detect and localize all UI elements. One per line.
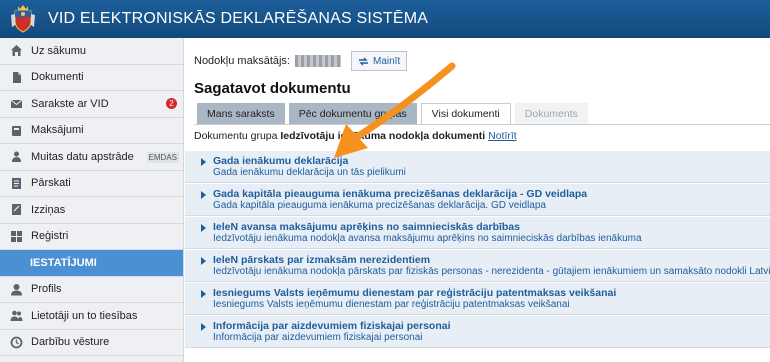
home-icon xyxy=(11,45,22,57)
document-subtitle: Gada kapitāla pieauguma ienākuma precizē… xyxy=(213,200,546,211)
user-icon xyxy=(11,283,22,296)
sidebar-item-label: Lietotāji un to tiesības xyxy=(31,309,138,322)
document-subtitle: Iesniegums Valsts ieņēmumu dienestam par… xyxy=(213,299,570,310)
document-group-filter: Dokumentu grupa Iedzīvotāju ienākuma nod… xyxy=(194,130,517,142)
main-content: Nodokļu maksātājs: Mainīt Sagatavot doku… xyxy=(185,38,770,362)
group-name: Iedzīvotāju ienākuma nodokļa dokumenti xyxy=(280,130,486,142)
expand-triangle-icon xyxy=(201,323,206,331)
sidebar-item-label: Pārskati xyxy=(31,177,71,190)
sidebar-item-label: Reģistri xyxy=(31,230,69,243)
document-row[interactable]: Informācija par aizdevumiem fiziskajai p… xyxy=(185,315,770,348)
tab-bar: Mans saraksts Pēc dokumentu grupas Visi … xyxy=(197,103,592,124)
history-icon xyxy=(10,336,23,349)
clear-filter-link[interactable]: Notīrīt xyxy=(488,130,517,142)
sidebar-item-documents[interactable]: Dokumenti xyxy=(0,65,183,91)
envelope-icon xyxy=(10,99,23,109)
document-subtitle: Iedzīvotāju ienākuma nodokļa pārskats pa… xyxy=(213,266,770,277)
grid-icon xyxy=(11,230,22,242)
taxpayer-label: Nodokļu maksātājs: xyxy=(194,55,290,67)
document-list: Gada ienākumu deklarācija Gada ienākumu … xyxy=(185,150,770,348)
document-subtitle: Informācija par aizdevumiem fiziskajai p… xyxy=(213,332,423,343)
sidebar-item-label: Darbību vēsture xyxy=(31,336,110,349)
sidebar-item-home[interactable]: Uz sākumu xyxy=(0,38,183,65)
group-prefix: Dokumentu grupa xyxy=(194,130,281,142)
sidebar-item-label: Profils xyxy=(31,283,62,296)
tab-all-documents[interactable]: Visi dokumenti xyxy=(420,103,511,124)
document-subtitle: Iedzīvotāju ienākuma nodokļa avansa maks… xyxy=(213,233,642,244)
sidebar-item-label: Izziņas xyxy=(31,203,66,216)
document-title[interactable]: Gada kapitāla pieauguma ienākuma precizē… xyxy=(213,188,770,200)
expand-triangle-icon xyxy=(201,290,206,298)
document-title[interactable]: IeleN avansa maksājumu aprēķins no saimn… xyxy=(213,221,770,233)
money-icon xyxy=(12,125,21,136)
sidebar-item-correspondence[interactable]: Sarakste ar VID 2 xyxy=(0,91,183,118)
document-row[interactable]: Iesniegums Valsts ieņēmumu dienestam par… xyxy=(185,282,770,315)
customs-icon xyxy=(12,151,21,163)
document-title[interactable]: IeleN pārskats par izmaksām nerezidentie… xyxy=(213,254,770,266)
tab-my-list[interactable]: Mans saraksts xyxy=(197,103,285,124)
document-row[interactable]: IeleN avansa maksājumu aprēķins no saimn… xyxy=(185,216,770,249)
sidebar-item-label: Dokumenti xyxy=(31,71,84,84)
sidebar-item-label: IESTATĪJUMI xyxy=(30,256,97,269)
change-taxpayer-button[interactable]: Mainīt xyxy=(351,51,408,71)
app-title: VID ELEKTRONISKĀS DEKLARĒŠANAS SISTĒMA xyxy=(48,10,429,27)
taxpayer-redacted xyxy=(295,55,341,67)
expand-triangle-icon xyxy=(201,158,206,166)
certificate-icon xyxy=(12,204,21,216)
document-title[interactable]: Gada ienākumu deklarācija xyxy=(213,155,770,167)
report-icon xyxy=(12,177,21,189)
sidebar-item-certificates[interactable]: Izziņas xyxy=(0,197,183,224)
sidebar-item-history[interactable]: Darbību vēsture xyxy=(0,330,183,356)
tabs-divider xyxy=(194,124,770,125)
sidebar-item-label: Uz sākumu xyxy=(31,44,87,57)
sidebar: Uz sākumu Dokumenti Sarakste ar VID 2 Ma… xyxy=(0,38,184,362)
tab-document: Dokuments xyxy=(514,103,588,124)
emdas-tag: EMDAS xyxy=(146,152,179,163)
sidebar-item-settings[interactable]: IESTATĪJUMI xyxy=(0,250,183,277)
latvia-coat-of-arms-icon xyxy=(11,5,35,33)
sidebar-item-label: Maksājumi xyxy=(31,124,84,137)
sidebar-item-customs[interactable]: Muitas datu apstrāde EMDAS xyxy=(0,144,183,171)
document-row[interactable]: Gada kapitāla pieauguma ienākuma precizē… xyxy=(185,183,770,216)
tab-by-group[interactable]: Pēc dokumentu grupas xyxy=(288,103,417,124)
document-subtitle: Gada ienākumu deklarācija un tās pieliku… xyxy=(213,167,406,178)
document-row[interactable]: Gada ienākumu deklarācija Gada ienākumu … xyxy=(185,150,770,183)
sidebar-item-users[interactable]: Lietotāji un to tiesības xyxy=(0,303,183,330)
sidebar-item-payments[interactable]: Maksājumi xyxy=(0,118,183,144)
page-title: Sagatavot dokumentu xyxy=(194,80,351,97)
change-label: Mainīt xyxy=(373,55,401,67)
sidebar-item-label: Sarakste ar VID xyxy=(31,97,109,110)
unread-badge: 2 xyxy=(166,98,177,109)
users-icon xyxy=(10,310,23,322)
document-icon xyxy=(13,71,21,83)
document-title[interactable]: Iesniegums Valsts ieņēmumu dienestam par… xyxy=(213,287,770,299)
document-title[interactable]: Informācija par aizdevumiem fiziskajai p… xyxy=(213,320,770,332)
sidebar-item-profile[interactable]: Profils xyxy=(0,277,183,303)
sidebar-item-reports[interactable]: Pārskati xyxy=(0,171,183,197)
expand-triangle-icon xyxy=(201,224,206,232)
expand-triangle-icon xyxy=(201,257,206,265)
swap-icon xyxy=(359,57,368,65)
taxpayer-row: Nodokļu maksātājs: Mainīt xyxy=(194,51,408,71)
expand-triangle-icon xyxy=(201,191,206,199)
sidebar-item-label: Muitas datu apstrāde xyxy=(31,150,134,163)
top-bar: VID ELEKTRONISKĀS DEKLARĒŠANAS SISTĒMA xyxy=(0,0,770,38)
document-row[interactable]: IeleN pārskats par izmaksām nerezidentie… xyxy=(185,249,770,282)
sidebar-item-registers[interactable]: Reģistri xyxy=(0,224,183,250)
